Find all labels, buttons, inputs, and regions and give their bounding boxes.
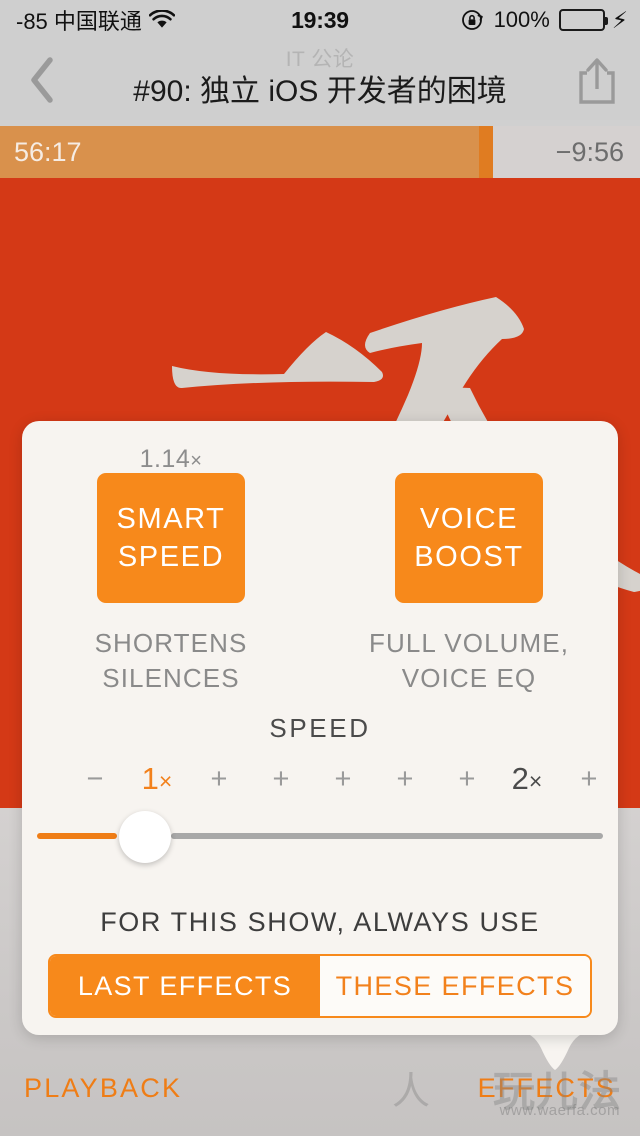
scrubber-handle[interactable] [479,126,494,178]
tab-bar: PLAYBACK EFFECTS [0,1045,640,1136]
navigation-bar: IT 公论 #90: 独立 iOS 开发者的困境 [0,40,640,120]
voice-boost-toggle[interactable]: VOICE BOOST [395,473,543,603]
speed-slider[interactable] [22,807,618,867]
speed-tick-plus[interactable]: + [397,759,414,799]
battery-icon [558,9,608,31]
voice-boost-label-line1: VOICE [419,502,519,535]
always-use-label: FOR THIS SHOW, ALWAYS USE [100,907,540,937]
speed-tick-plus[interactable]: + [581,759,598,799]
speed-tick-suffix: × [158,768,173,794]
elapsed-time-label: 56:17 [14,136,82,167]
rotation-lock-icon [461,8,485,32]
tab-playback[interactable]: PLAYBACK [24,1073,182,1104]
share-button[interactable] [568,50,626,112]
app-screen: -85 中国联通 19:39 100% ⚡ IT 公论 #90: 独立 iOS … [0,0,640,1136]
always-use-segmented-control: LAST EFFECTS THESE EFFECTS [48,954,592,1018]
voice-boost-desc-line2: VOICE EQ [401,663,537,694]
speed-section-heading: SPEED [269,713,371,743]
effects-popover: 1.14× SMART SPEED SHORTENS SILENCES VOIC… [22,421,618,1035]
voice-boost-desc-line1: FULL VOLUME, [368,628,570,658]
status-bar: -85 中国联通 19:39 100% ⚡ [0,0,640,40]
segment-these-effects[interactable]: THESE EFFECTS [320,956,590,1016]
speed-tick-plus[interactable]: + [335,759,352,799]
share-icon [579,58,615,104]
speed-tick-row: −1× + + + + +2× + [22,759,618,799]
playback-scrubber[interactable]: 56:17 −9:56 [0,126,640,178]
smart-speed-toggle[interactable]: SMART SPEED [97,473,245,603]
slider-track-filled [37,833,117,839]
slider-track-remaining [170,833,603,839]
smart-speed-description: SHORTENS SILENCES [95,626,248,697]
speed-tick-number: 1 [141,761,159,796]
tab-effects[interactable]: EFFECTS [478,1073,616,1104]
speed-tick-value[interactable]: 2× [512,759,543,801]
current-speed-readout: 1.14× [22,445,320,474]
speed-tick-value[interactable]: 1× [142,759,173,801]
speed-tick-number: 2 [511,761,529,796]
page-title: #90: 独立 iOS 开发者的困境 [133,75,507,108]
remaining-time-label: −9:56 [555,136,624,167]
status-bar-right: 100% ⚡ [461,0,628,40]
speed-tick-plus[interactable]: + [273,759,290,799]
smart-speed-label-line1: SMART [116,502,226,535]
speed-tick-suffix: × [528,768,543,794]
voice-boost-label-line2: BOOST [414,541,524,573]
battery-percent-label: 100% [493,7,550,32]
smart-speed-desc-line1: SHORTENS [94,628,248,658]
slider-thumb[interactable] [118,811,171,863]
speed-tick-plus[interactable]: + [459,759,476,799]
speed-tick-minus[interactable]: − [87,759,104,799]
smart-speed-label-line2: SPEED [117,541,225,573]
current-speed-suffix: × [190,450,203,472]
smart-speed-desc-line2: SILENCES [102,663,240,694]
speed-tick-plus[interactable]: + [211,759,228,799]
current-speed-value: 1.14 [139,445,191,473]
segment-last-effects[interactable]: LAST EFFECTS [50,956,320,1016]
smart-speed-column: SMART SPEED SHORTENS SILENCES [22,473,320,697]
voice-boost-description: FULL VOLUME, VOICE EQ [369,626,569,697]
voice-boost-column: VOICE BOOST FULL VOLUME, VOICE EQ [320,473,618,697]
charging-bolt-icon: ⚡ [611,6,628,33]
